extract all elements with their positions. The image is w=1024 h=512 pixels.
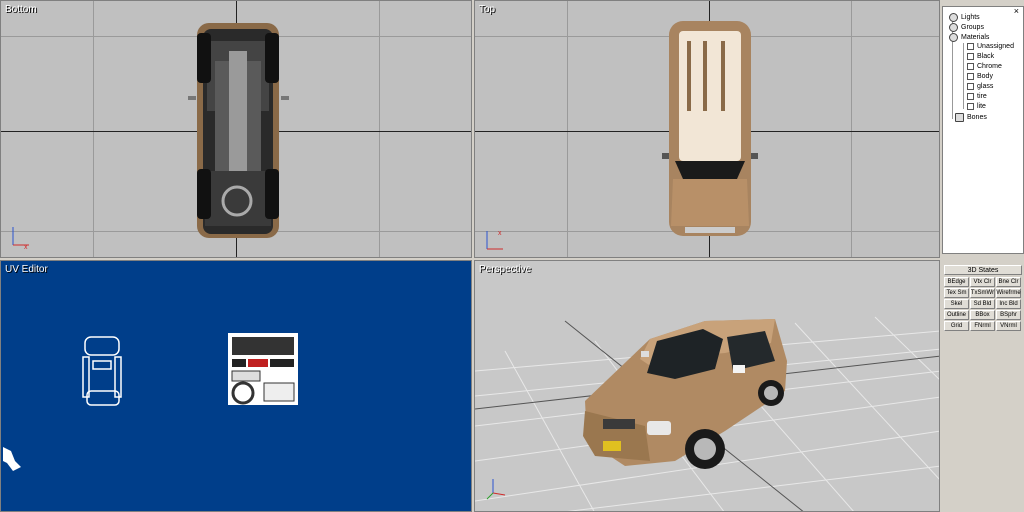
material-box-icon	[967, 83, 974, 90]
bones-icon	[955, 113, 964, 122]
state-button[interactable]: VNrml	[996, 321, 1021, 331]
material-box-icon	[967, 73, 974, 80]
material-box-icon	[967, 63, 974, 70]
viewport-label-top: Top	[479, 4, 496, 15]
viewport-label-perspective: Perspective	[479, 264, 532, 275]
state-button[interactable]: Tex Sm	[944, 288, 969, 298]
state-button[interactable]: Vtx Clr	[970, 277, 995, 287]
tree-item-lite[interactable]: lite	[967, 103, 986, 110]
axis-gizmo	[486, 479, 506, 500]
state-button[interactable]: FNrml	[970, 321, 995, 331]
material-box-icon	[967, 53, 974, 60]
car-bottom-view	[188, 23, 289, 238]
state-button[interactable]: TxSmWr	[970, 288, 995, 298]
tree-item-body[interactable]: Body	[967, 73, 993, 80]
top-viewport[interactable]: Top x	[474, 0, 940, 258]
axis-gizmo: x	[12, 227, 29, 251]
svg-text:x: x	[24, 244, 28, 251]
state-button[interactable]: Inc Bld	[996, 299, 1021, 309]
state-button[interactable]: Skel	[944, 299, 969, 309]
state-button[interactable]: Wirefrme	[996, 288, 1021, 298]
svg-text:x: x	[498, 230, 502, 237]
material-box-icon	[967, 103, 974, 110]
scene-tree-panel: × Lights Groups Materials Unassigned Bla…	[942, 6, 1024, 254]
material-box-icon	[967, 43, 974, 50]
tree-item-black[interactable]: Black	[967, 53, 994, 60]
tree-item-chrome[interactable]: Chrome	[967, 63, 1002, 70]
state-button[interactable]: BBox	[970, 310, 995, 320]
tree-item-glass[interactable]: glass	[967, 83, 993, 90]
perspective-viewport[interactable]: Perspective	[474, 260, 940, 512]
tree-item-tire[interactable]: tire	[967, 93, 987, 100]
material-box-icon	[967, 93, 974, 100]
car-perspective-view	[583, 319, 787, 469]
state-button[interactable]: BEdge	[944, 277, 969, 287]
close-icon[interactable]: ×	[1014, 6, 1019, 16]
3d-states-panel: 3D States BEdge Vtx Clr Bne Clr Tex Sm TxSmW…	[942, 260, 1024, 512]
materials-icon	[949, 33, 958, 42]
viewport-label-uv: UV Editor	[5, 264, 48, 275]
light-icon	[949, 13, 958, 22]
tree-item-unassigned[interactable]: Unassigned	[967, 43, 1014, 50]
state-button[interactable]: Bne Clr	[996, 277, 1021, 287]
axis-gizmo: x	[486, 230, 503, 250]
state-button[interactable]: Outline	[944, 310, 969, 320]
state-button[interactable]: Sd Bld	[970, 299, 995, 309]
state-button[interactable]: Grid	[944, 321, 969, 331]
state-button[interactable]: BSphr	[996, 310, 1021, 320]
uv-islands	[3, 333, 298, 471]
viewport-label-bottom: Bottom	[5, 4, 37, 15]
tree-item-materials[interactable]: Materials	[949, 33, 989, 42]
tree-item-lights[interactable]: Lights	[949, 13, 980, 22]
uv-editor-viewport[interactable]: UV Editor	[0, 260, 472, 512]
3d-states-title-button[interactable]: 3D States	[944, 265, 1022, 275]
car-top-view	[662, 21, 758, 236]
groups-icon	[949, 23, 958, 32]
bottom-viewport[interactable]: Bottom x	[0, 0, 472, 258]
tree-item-bones[interactable]: Bones	[955, 113, 987, 122]
tree-item-groups[interactable]: Groups	[949, 23, 984, 32]
